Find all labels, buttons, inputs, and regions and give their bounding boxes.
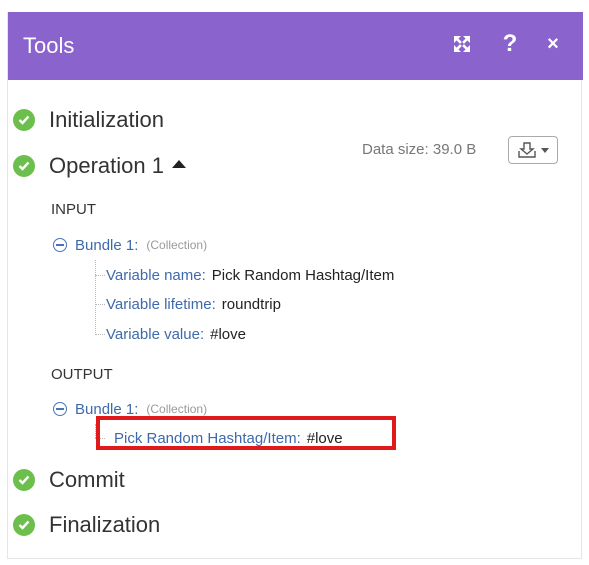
step-label: Initialization xyxy=(49,107,164,132)
step-finalization[interactable]: Finalization xyxy=(13,510,160,540)
check-circle-icon xyxy=(13,514,35,536)
output-label: OUTPUT xyxy=(51,366,113,383)
input-bundle-toggle[interactable]: Bundle 1: (Collection) xyxy=(53,235,207,255)
chevron-down-icon xyxy=(541,147,549,153)
collapse-icon xyxy=(53,238,67,252)
tree-branch xyxy=(95,334,105,335)
expand-button[interactable] xyxy=(449,30,475,58)
panel-title: Tools xyxy=(23,33,75,58)
input-field-row: Variable name: Pick Random Hashtag/Item xyxy=(106,264,394,286)
field-key: Variable name: xyxy=(106,266,206,284)
highlight-box xyxy=(96,416,396,450)
tree-branch xyxy=(95,275,105,276)
bundle-name: Bundle 1: xyxy=(75,400,139,418)
step-initialization[interactable]: Initialization xyxy=(13,105,164,135)
input-field-row: Variable lifetime: roundtrip xyxy=(106,293,281,315)
collapse-icon xyxy=(53,402,67,416)
field-value: Pick Random Hashtag/Item xyxy=(211,266,395,284)
field-value: roundtrip xyxy=(221,295,281,313)
help-button[interactable]: ? xyxy=(497,30,523,58)
field-key: Variable lifetime: xyxy=(106,295,216,313)
tree-branch xyxy=(95,304,105,305)
caret-up-icon[interactable] xyxy=(171,160,186,168)
check-circle-icon xyxy=(13,469,35,491)
check-circle-icon xyxy=(13,155,35,177)
bundle-type: (Collection) xyxy=(146,238,208,252)
step-commit[interactable]: Commit xyxy=(13,465,125,495)
expand-arrows-icon xyxy=(454,36,470,52)
tree-line xyxy=(95,260,96,335)
step-label: Finalization xyxy=(49,512,161,537)
data-size: Data size: 39.0 B xyxy=(362,141,477,158)
field-value: #love xyxy=(210,325,246,343)
input-field-row: Variable value: #love xyxy=(106,323,246,345)
input-label: INPUT xyxy=(51,201,96,218)
bundle-type: (Collection) xyxy=(146,402,208,416)
check-circle-icon xyxy=(13,109,35,131)
step-label: Operation 1 xyxy=(49,153,164,178)
step-operation[interactable]: Operation 1 xyxy=(13,151,186,181)
bundle-name: Bundle 1: xyxy=(75,236,139,254)
download-button[interactable] xyxy=(508,136,558,164)
download-tray-icon xyxy=(518,142,536,158)
panel-header: Tools ? × xyxy=(8,12,583,80)
field-key: Variable value: xyxy=(106,325,205,343)
step-label: Commit xyxy=(49,467,125,492)
close-button[interactable]: × xyxy=(540,30,566,58)
